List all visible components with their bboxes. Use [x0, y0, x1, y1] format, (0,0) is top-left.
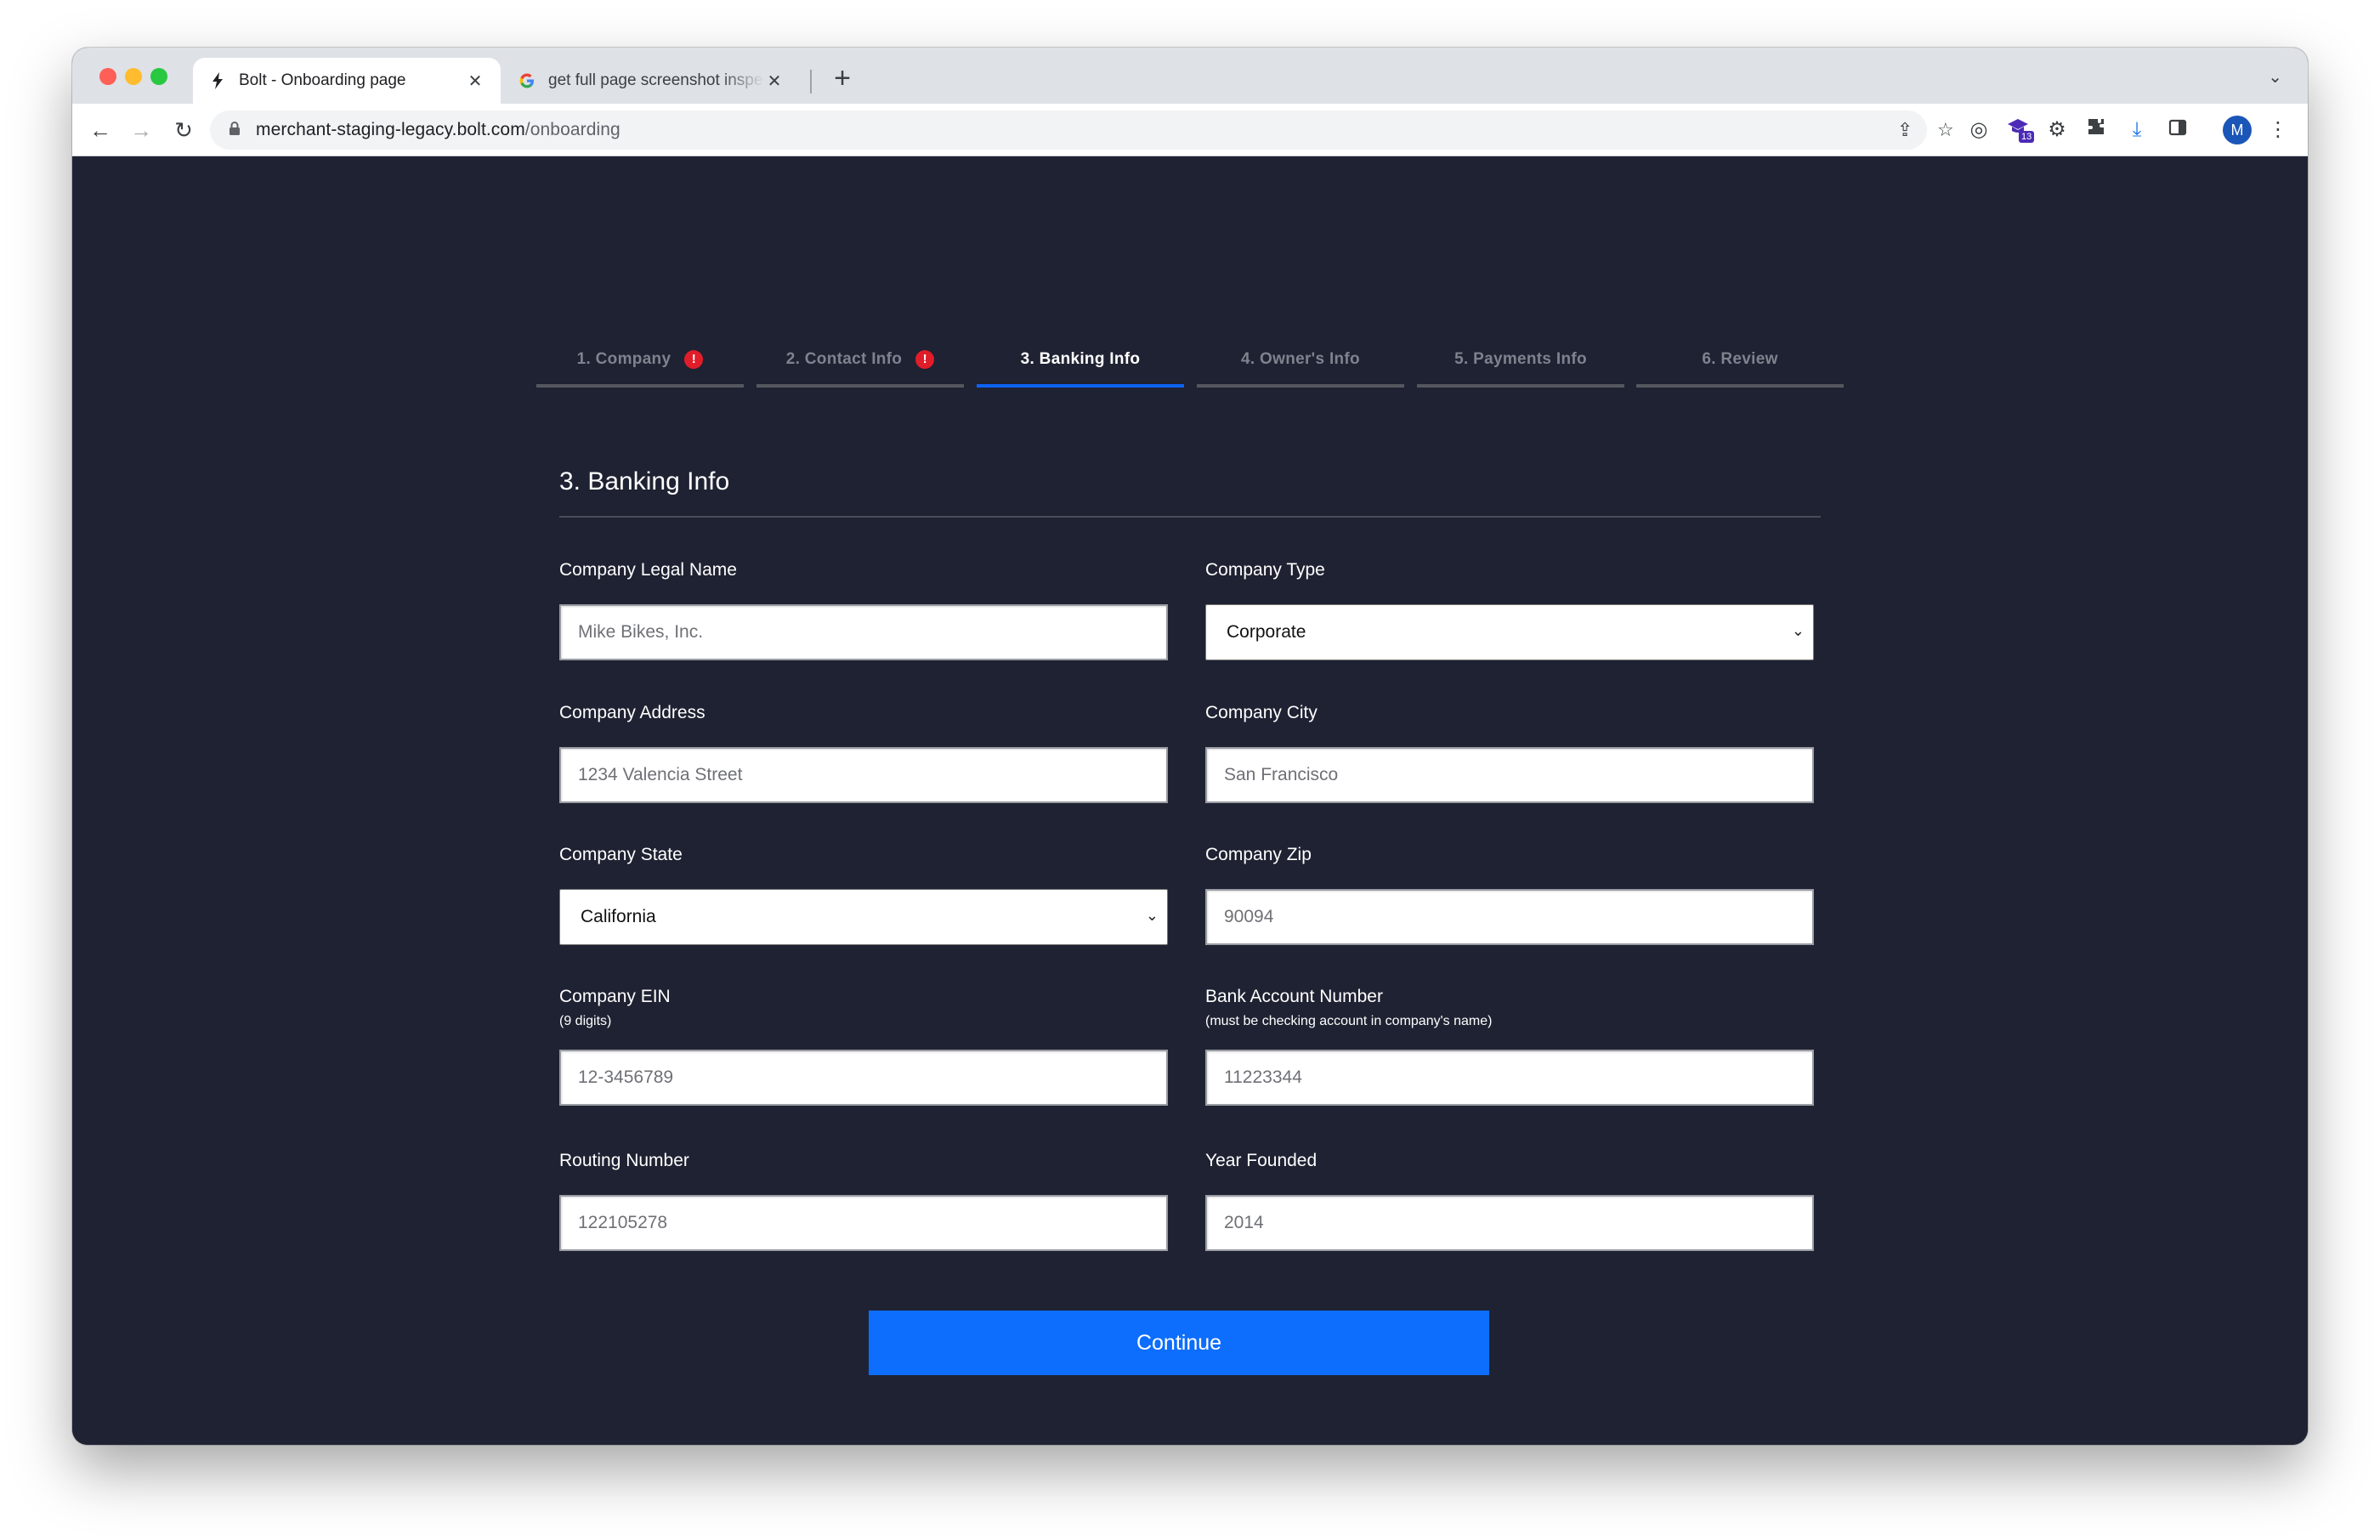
section-divider — [559, 516, 1821, 518]
error-alert-icon: ! — [915, 350, 935, 369]
tab-google-search[interactable]: get full page screenshot inspect ✕ — [502, 58, 800, 104]
chevron-down-icon: ⌄ — [1145, 907, 1159, 924]
download-icon[interactable]: ⤓ — [2122, 116, 2151, 144]
close-tab-icon[interactable]: ✕ — [465, 71, 485, 92]
step-contact-info[interactable]: 2. Contact Info ! — [756, 335, 964, 388]
profile-avatar[interactable]: M — [2223, 116, 2252, 144]
tab-strip: Bolt - Onboarding page ✕ get full page s… — [72, 48, 2308, 104]
tab-separator — [810, 70, 812, 93]
browser-toolbar: ← → ↻ merchant-staging-legacy.bolt.com/o… — [72, 104, 2308, 156]
extension-gear-icon[interactable]: ⚙ — [2043, 116, 2071, 144]
onboarding-page: 1. Company ! 2. Contact Info ! 3. Bankin… — [72, 156, 2308, 1445]
tab-title: get full page screenshot inspect — [548, 71, 764, 89]
error-alert-icon: ! — [684, 350, 704, 369]
close-tab-icon[interactable]: ✕ — [764, 71, 785, 92]
zip-input[interactable]: 90094 — [1205, 889, 1814, 945]
extensions-puzzle-icon[interactable] — [2082, 116, 2111, 144]
url-text: merchant-staging-legacy.bolt.com/onboard… — [256, 120, 620, 139]
field-label: Company City — [1205, 703, 1318, 722]
bank-account-field: Bank Account Number (must be checking ac… — [1205, 987, 1814, 1106]
lock-icon[interactable] — [229, 121, 241, 140]
bookmark-star-icon[interactable]: ☆ — [1937, 110, 1954, 150]
bank-account-input[interactable]: 11223344 — [1205, 1050, 1814, 1106]
field-hint: (9 digits) — [559, 1014, 612, 1028]
step-payments-info[interactable]: 5. Payments Info — [1417, 335, 1624, 388]
chevron-down-icon: ⌄ — [1791, 622, 1805, 639]
state-select[interactable]: California ⌄ — [559, 889, 1168, 945]
ein-field: Company EIN (9 digits) 12-3456789 — [559, 987, 1168, 1106]
continue-button[interactable]: Continue — [869, 1311, 1489, 1375]
field-label: Year Founded — [1205, 1151, 1318, 1170]
field-label: Company Zip — [1205, 845, 1312, 864]
field-label: Company Legal Name — [559, 560, 737, 580]
extension-graduation-icon[interactable]: 13 — [2003, 116, 2035, 144]
field-label: Company EIN — [559, 987, 671, 1006]
share-icon[interactable]: ⇪ — [1897, 110, 1912, 150]
new-tab-button[interactable]: + — [824, 59, 861, 97]
field-label: Company Address — [559, 703, 706, 722]
field-label: Company Type — [1205, 560, 1325, 580]
field-label: Routing Number — [559, 1151, 689, 1170]
bolt-icon — [208, 71, 227, 90]
maximize-window-button[interactable] — [150, 68, 167, 85]
minimize-window-button[interactable] — [125, 68, 142, 85]
legal-name-input[interactable]: Mike Bikes, Inc. — [559, 604, 1168, 660]
address-bar[interactable]: merchant-staging-legacy.bolt.com/onboard… — [210, 110, 1954, 150]
address-field: Company Address 1234 Valencia Street — [559, 703, 1168, 803]
zip-field: Company Zip 90094 — [1205, 845, 1814, 945]
back-arrow-icon[interactable]: ← — [84, 114, 116, 146]
tab-search-chevron-icon[interactable]: ⌄ — [2268, 66, 2282, 88]
routing-field: Routing Number 122105278 — [559, 1151, 1168, 1251]
field-label: Company State — [559, 845, 683, 864]
field-hint: (must be checking account in company's n… — [1205, 1014, 1493, 1028]
forward-arrow-icon[interactable]: → — [125, 114, 157, 146]
tab-bolt-onboarding[interactable]: Bolt - Onboarding page ✕ — [193, 58, 501, 104]
reload-icon[interactable]: ↻ — [167, 114, 200, 146]
field-label: Bank Account Number — [1205, 987, 1383, 1006]
address-input[interactable]: 1234 Valencia Street — [559, 747, 1168, 803]
close-window-button[interactable] — [99, 68, 116, 85]
browser-menu-icon[interactable]: ⋮ — [2264, 116, 2292, 144]
year-founded-field: Year Founded 2014 — [1205, 1151, 1814, 1251]
legal-name-field: Company Legal Name Mike Bikes, Inc. — [559, 560, 1168, 660]
onboarding-stepper: 1. Company ! 2. Contact Info ! 3. Bankin… — [536, 335, 1844, 388]
company-type-field: Company Type Corporate ⌄ — [1205, 560, 1814, 660]
tab-title: Bolt - Onboarding page — [239, 71, 406, 89]
ein-input[interactable]: 12-3456789 — [559, 1050, 1168, 1106]
extension-1password-icon[interactable]: ◎ — [1964, 116, 1993, 144]
year-founded-input[interactable]: 2014 — [1205, 1195, 1814, 1251]
step-review[interactable]: 6. Review — [1636, 335, 1844, 388]
section-title: 3. Banking Info — [559, 467, 730, 495]
routing-input[interactable]: 122105278 — [559, 1195, 1168, 1251]
city-input[interactable]: San Francisco — [1205, 747, 1814, 803]
browser-window: Bolt - Onboarding page ✕ get full page s… — [72, 48, 2308, 1445]
state-field: Company State California ⌄ — [559, 845, 1168, 945]
extension-badge: 13 — [2019, 131, 2035, 143]
step-banking-info[interactable]: 3. Banking Info — [977, 335, 1184, 388]
city-field: Company City San Francisco — [1205, 703, 1814, 803]
side-panel-icon[interactable] — [2163, 116, 2192, 144]
step-owners-info[interactable]: 4. Owner's Info — [1197, 335, 1404, 388]
step-company[interactable]: 1. Company ! — [536, 335, 744, 388]
company-type-select[interactable]: Corporate ⌄ — [1205, 604, 1814, 660]
google-icon — [518, 71, 536, 90]
